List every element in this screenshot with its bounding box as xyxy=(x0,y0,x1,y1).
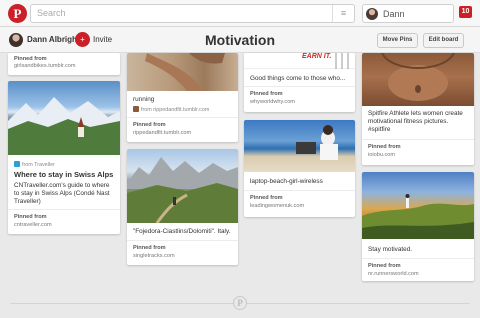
fence-graphic-icon xyxy=(335,53,349,69)
pin-image[interactable] xyxy=(127,53,238,91)
traveller-icon xyxy=(14,161,20,167)
pin-source-link[interactable]: girlsandbikes.tumblr.com xyxy=(14,63,76,69)
pin-title: Where to stay in Swiss Alps xyxy=(14,170,114,179)
pinned-from-label: Pinned from xyxy=(368,144,401,150)
divider xyxy=(244,86,355,87)
divider xyxy=(362,139,474,140)
laptop-beach-image xyxy=(296,125,338,160)
pinned-from-label: Pinned from xyxy=(250,195,283,201)
board-header: Dann Albright + Invite Motivation Move P… xyxy=(0,27,480,53)
pin-source-link[interactable]: whyworldwhy.com xyxy=(250,99,295,105)
pin-image[interactable] xyxy=(244,120,355,172)
notifications-badge[interactable]: 10 xyxy=(459,6,472,18)
pin-source-link[interactable]: ioiobu.com xyxy=(368,152,395,158)
invite-button[interactable]: Invite xyxy=(93,35,112,44)
search-category-menu-icon[interactable]: ≡ xyxy=(332,5,354,22)
owner-avatar[interactable] xyxy=(9,33,23,47)
pinned-from-label: Pinned from xyxy=(368,263,401,269)
footer-pinterest-logo-icon[interactable]: P xyxy=(233,296,247,310)
spitfire-athlete-image xyxy=(381,53,455,101)
pinned-from-label: Pinned from xyxy=(14,214,47,220)
invite-icon[interactable]: + xyxy=(75,32,90,47)
pin-description: CNTraveller.com's guide to where to stay… xyxy=(14,182,110,205)
pin-source-link[interactable]: rippedandfit.tumblr.com xyxy=(133,130,191,136)
divider xyxy=(127,240,238,241)
board-title: Motivation xyxy=(205,32,275,48)
dolomiti-scene-image xyxy=(127,157,238,224)
pin-card[interactable]: Pinned from girlsandbikes.tumblr.com xyxy=(8,53,120,75)
pin-description: Good things come to those who... xyxy=(250,75,346,82)
divider xyxy=(362,258,474,259)
pin-card[interactable]: running from rippedandfit.tumblr.com Pin… xyxy=(127,53,238,142)
divider xyxy=(8,209,120,210)
runner-landscape-image xyxy=(362,194,474,239)
pin-source-link[interactable]: leadingwomenuk.com xyxy=(250,203,304,209)
pin-description: laptop-beach-girl-wireless xyxy=(250,178,323,185)
pinned-from-label: Pinned from xyxy=(133,122,166,128)
pinned-from-label: Pinned from xyxy=(14,56,47,62)
user-profile-button[interactable]: Dann xyxy=(362,4,454,23)
pin-image[interactable] xyxy=(362,53,474,106)
pin-card[interactable]: from Traveller Where to stay in Swiss Al… xyxy=(8,81,120,234)
search-placeholder: Search xyxy=(37,8,66,18)
top-bar: P Search ≡ Dann 10 xyxy=(0,0,480,27)
pinterest-logo-icon[interactable]: P xyxy=(8,4,27,23)
avatar xyxy=(366,8,378,20)
divider xyxy=(244,190,355,191)
pin-card[interactable]: laptop-beach-girl-wireless Pinned from l… xyxy=(244,120,355,217)
pin-source-link[interactable]: cntraveller.com xyxy=(14,222,52,228)
pin-description: "Fojedora-Ciastlins/Dolomiti". Italy. xyxy=(133,228,231,235)
divider xyxy=(127,117,238,118)
pin-description: Spitfire Athlete lets women create motiv… xyxy=(368,110,463,133)
move-pins-button[interactable]: Move Pins xyxy=(377,33,418,48)
pin-image[interactable] xyxy=(8,81,120,155)
pin-image[interactable] xyxy=(362,172,474,239)
user-name: Dann xyxy=(383,9,405,19)
pin-source-link[interactable]: singletracks.com xyxy=(133,253,175,259)
pin-via-source: from Traveller xyxy=(14,161,55,168)
pin-image[interactable] xyxy=(127,149,238,224)
owner-name[interactable]: Dann Albright xyxy=(27,35,80,44)
pin-image[interactable]: EARN IT. xyxy=(244,53,355,69)
pin-card[interactable]: EARN IT. Good things come to those who..… xyxy=(244,53,355,112)
search-input[interactable]: Search ≡ xyxy=(30,4,355,23)
pin-card[interactable]: Spitfire Athlete lets women create motiv… xyxy=(362,53,474,165)
pin-via-source: from rippedandfit.tumblr.com xyxy=(133,106,209,113)
pin-description: Stay motivated. xyxy=(368,246,413,253)
alps-scene-image xyxy=(8,97,120,155)
source-favicon-icon xyxy=(133,106,139,112)
pin-source-link[interactable]: nr.runnersworld.com xyxy=(368,271,419,277)
running-image xyxy=(145,53,225,91)
pin-card[interactable]: "Fojedora-Ciastlins/Dolomiti". Italy. Pi… xyxy=(127,149,238,265)
pin-card[interactable]: Stay motivated. Pinned from nr.runnerswo… xyxy=(362,172,474,281)
pin-description: running xyxy=(133,96,155,103)
pinned-from-label: Pinned from xyxy=(250,91,283,97)
edit-board-button[interactable]: Edit board xyxy=(423,33,464,48)
pinned-from-label: Pinned from xyxy=(133,245,166,251)
